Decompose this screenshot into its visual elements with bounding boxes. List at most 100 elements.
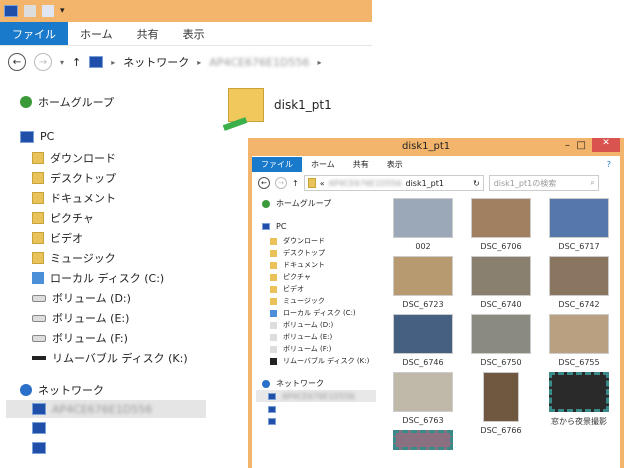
tab-file[interactable]: ファイル (252, 156, 302, 172)
nav-homegroup[interactable]: ホームグループ (20, 94, 114, 110)
file-thumbnail[interactable]: DSC_6755 (548, 314, 610, 367)
path-field[interactable]: « AP4CE676E1D556 disk1_pt1 ↻ (303, 175, 484, 191)
nav-drive-k[interactable]: リムーバブル ディスク (K:) (32, 350, 188, 366)
nav-pc[interactable]: PC (262, 222, 286, 231)
search-input[interactable]: disk1_pt1の検索 ⌕ (488, 175, 599, 191)
customize-quick-access-icon[interactable]: ▾ (60, 6, 65, 16)
nav-label: ネットワーク (38, 384, 104, 397)
nav-label: ドキュメント (50, 192, 116, 205)
file-name: DSC_6723 (402, 300, 444, 309)
nav-item[interactable]: ダウンロード (270, 236, 325, 246)
refresh-icon[interactable]: ↻ (473, 179, 483, 188)
image-preview (393, 198, 453, 238)
breadcrumb-overflow[interactable]: « (320, 179, 325, 188)
breadcrumb-folder[interactable]: disk1_pt1 (405, 179, 444, 188)
up-button[interactable]: ↑ (292, 179, 299, 188)
nav-item[interactable]: デスクトップ (270, 248, 325, 258)
nav-network[interactable]: ネットワーク (20, 382, 104, 398)
nav-item[interactable]: ビデオ (270, 284, 304, 294)
nav-drive-e[interactable]: ボリューム (E:) (32, 310, 129, 326)
nav-host-selected[interactable]: AP4CE676E1D556 (256, 390, 376, 402)
nav-item[interactable]: リムーバブル ディスク (K:) (270, 356, 369, 366)
nav-network[interactable]: ネットワーク (262, 378, 324, 389)
file-thumbnail[interactable]: 002 (392, 198, 454, 251)
nav-host-selected[interactable]: AP4CE676E1D556 (6, 400, 206, 418)
video-thumbnail[interactable] (392, 430, 454, 454)
help-icon[interactable]: ? (598, 158, 620, 171)
forward-button[interactable]: → (34, 53, 52, 71)
tab-share[interactable]: 共有 (344, 157, 378, 172)
nav-drive-f[interactable]: ボリューム (F:) (32, 330, 128, 346)
file-name: DSC_6755 (558, 358, 600, 367)
pc-icon (268, 406, 276, 413)
file-thumbnail[interactable]: DSC_6706 (470, 198, 532, 251)
folder-icon (270, 249, 277, 257)
nav-host[interactable] (32, 422, 46, 434)
folder-item-disk1[interactable]: disk1_pt1 (222, 88, 332, 131)
new-folder-icon[interactable] (42, 5, 54, 17)
tab-file[interactable]: ファイル (0, 22, 68, 45)
file-name: DSC_6763 (402, 416, 444, 425)
close-button[interactable]: ✕ (592, 138, 620, 152)
file-thumbnail[interactable]: DSC_6766 (470, 372, 532, 435)
recent-dropdown-icon[interactable]: ▾ (60, 58, 64, 67)
nav-desktop[interactable]: デスクトップ (32, 170, 116, 186)
nav-host[interactable] (268, 406, 276, 413)
nav-homegroup[interactable]: ホームグループ (262, 198, 331, 209)
tab-home[interactable]: ホーム (68, 22, 125, 45)
nav-item[interactable]: ボリューム (E:) (270, 332, 332, 342)
breadcrumb-host[interactable]: AP4CE676E1D556 (209, 56, 309, 69)
minimize-button[interactable]: – (565, 140, 570, 151)
nav-item[interactable]: ミュージック (270, 296, 325, 306)
tab-view[interactable]: 表示 (378, 157, 412, 172)
back-button[interactable]: ← (258, 177, 270, 189)
file-thumbnail[interactable]: DSC_6742 (548, 256, 610, 309)
nav-label: ピクチャ (283, 273, 311, 281)
file-name: DSC_6740 (480, 300, 522, 309)
inner-explorer-window: disk1_pt1 – □ ✕ ファイル ホーム 共有 表示 ? ← → ↑ «… (248, 138, 624, 468)
nav-videos[interactable]: ビデオ (32, 230, 83, 246)
file-thumbnail[interactable]: 窓から夜景撮影 (548, 372, 610, 427)
nav-pc[interactable]: PC (20, 130, 54, 143)
tab-home[interactable]: ホーム (302, 157, 344, 172)
nav-item[interactable]: ピクチャ (270, 272, 311, 282)
nav-label: ローカル ディスク (C:) (50, 272, 165, 285)
nav-downloads[interactable]: ダウンロード (32, 150, 116, 166)
forward-button[interactable]: → (275, 177, 287, 189)
folder-icon (270, 273, 277, 281)
nav-documents[interactable]: ドキュメント (32, 190, 116, 206)
back-button[interactable]: ← (8, 53, 26, 71)
tab-view[interactable]: 表示 (171, 22, 217, 45)
properties-icon[interactable] (24, 5, 36, 17)
file-name: DSC_6750 (480, 358, 522, 367)
nav-drive-d[interactable]: ボリューム (D:) (32, 290, 131, 306)
nav-item[interactable]: ドキュメント (270, 260, 325, 270)
nav-item[interactable]: ボリューム (D:) (270, 320, 333, 330)
nav-item[interactable]: ローカル ディスク (C:) (270, 308, 356, 318)
file-name: DSC_6717 (558, 242, 600, 251)
tab-share[interactable]: 共有 (125, 22, 171, 45)
breadcrumb-network[interactable]: ネットワーク (123, 54, 189, 70)
nav-drive-c[interactable]: ローカル ディスク (C:) (32, 270, 164, 286)
nav-music[interactable]: ミュージック (32, 250, 116, 266)
pc-icon (32, 422, 46, 434)
up-button[interactable]: ↑ (72, 56, 81, 69)
file-thumbnail[interactable]: DSC_6763 (392, 372, 454, 425)
nav-label: ミュージック (50, 252, 116, 265)
breadcrumb-host[interactable]: AP4CE676E1D556 (329, 179, 402, 188)
network-icon (89, 56, 104, 68)
file-thumbnail[interactable]: DSC_6723 (392, 256, 454, 309)
file-thumbnail[interactable]: DSC_6746 (392, 314, 454, 367)
nav-host[interactable] (268, 418, 276, 425)
drive-icon (270, 333, 277, 341)
image-preview (393, 314, 453, 354)
video-preview (393, 430, 453, 450)
nav-label: ビデオ (50, 232, 83, 245)
file-thumbnail[interactable]: DSC_6717 (548, 198, 610, 251)
file-thumbnail[interactable]: DSC_6740 (470, 256, 532, 309)
nav-host[interactable] (32, 442, 46, 454)
nav-item[interactable]: ボリューム (F:) (270, 344, 331, 354)
file-thumbnail[interactable]: DSC_6750 (470, 314, 532, 367)
nav-pictures[interactable]: ピクチャ (32, 210, 94, 226)
maximize-button[interactable]: □ (577, 140, 586, 151)
